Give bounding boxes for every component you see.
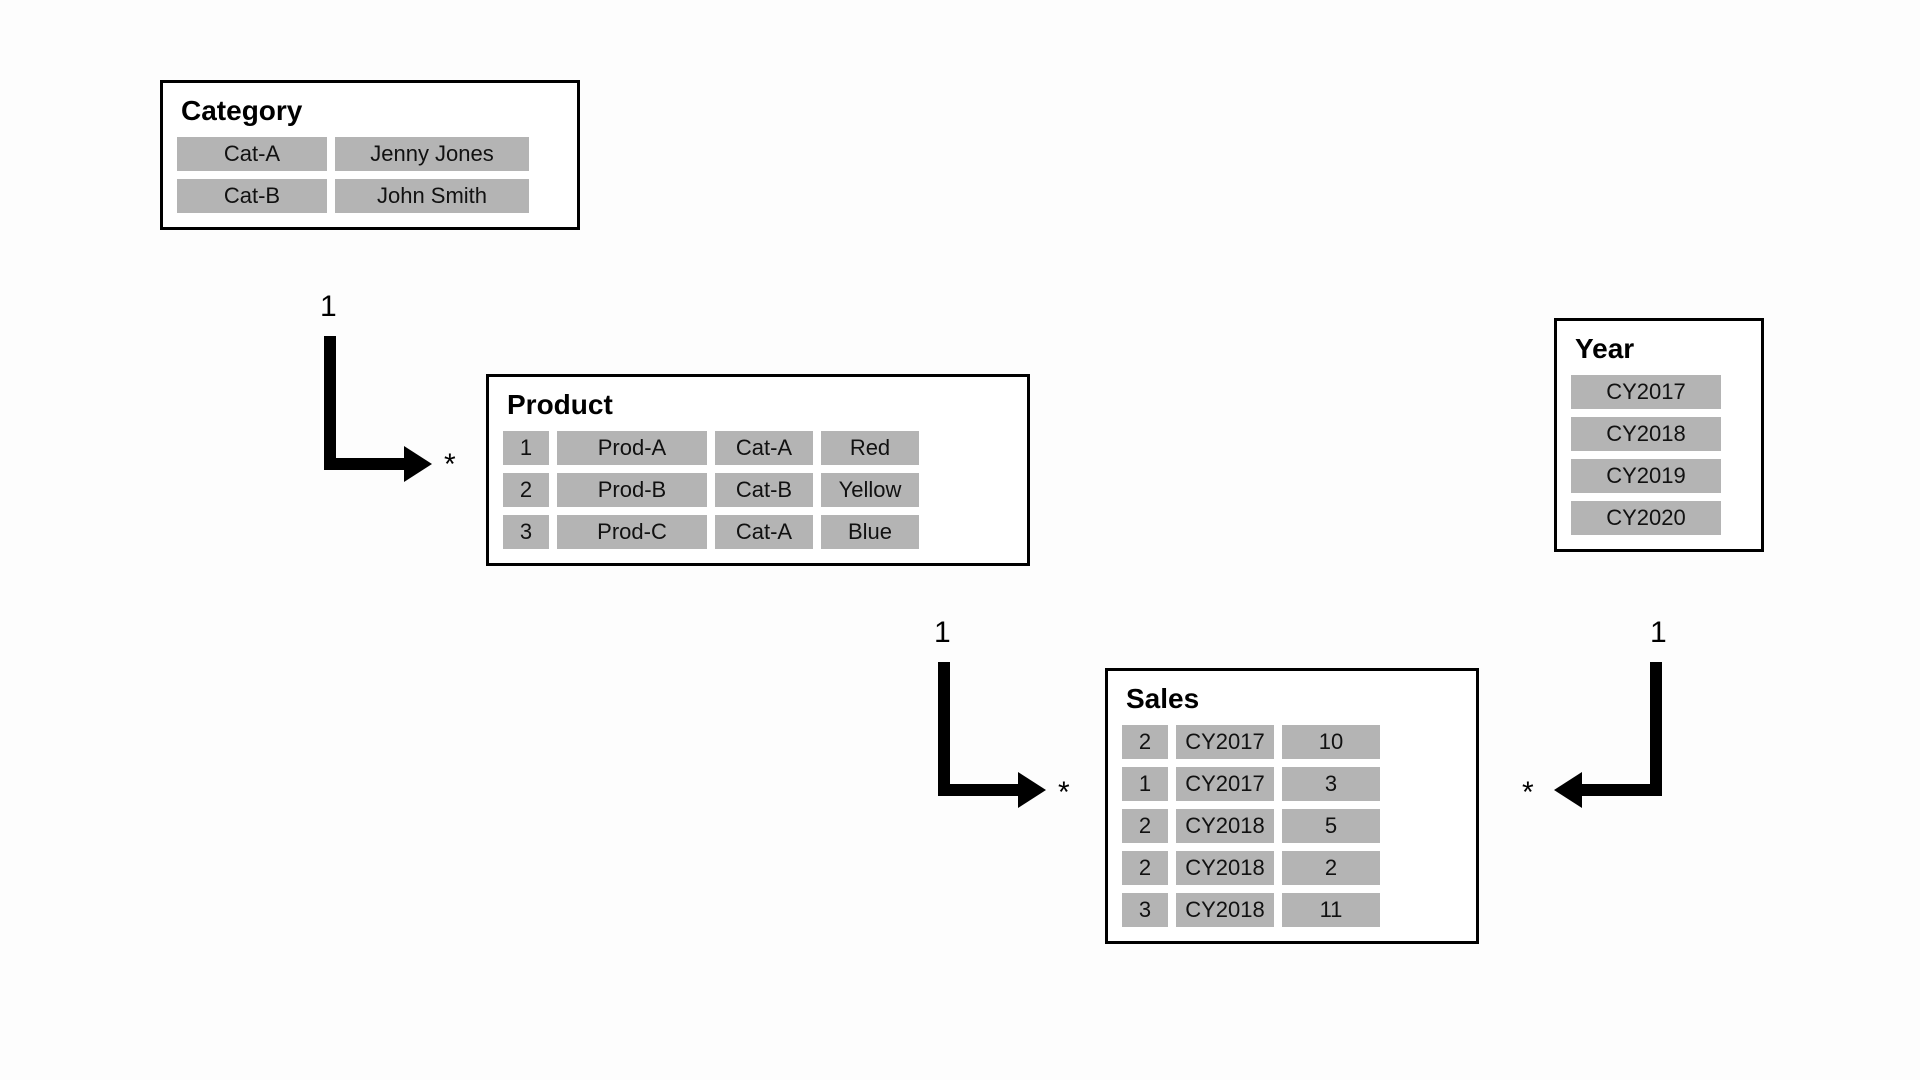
cell: Prod-C [557,515,707,549]
cell: Cat-A [177,137,327,171]
cell: CY2018 [1571,417,1721,451]
table-row: 2 CY2018 2 [1122,851,1462,885]
cell: CY2018 [1176,851,1274,885]
table-row: 3 Prod-C Cat-A Blue [503,515,1013,549]
cell: 5 [1282,809,1380,843]
cell: Cat-A [715,431,813,465]
table-row: 2 CY2017 10 [1122,725,1462,759]
cell: CY2017 [1176,767,1274,801]
table-row: 1 CY2017 3 [1122,767,1462,801]
cell: 3 [503,515,549,549]
entity-year: Year CY2017 CY2018 CY2019 CY2020 [1554,318,1764,552]
entity-category-title: Category [181,95,563,127]
table-row: 2 CY2018 5 [1122,809,1462,843]
cell: 1 [503,431,549,465]
cell: Red [821,431,919,465]
cell: Prod-B [557,473,707,507]
cell: 2 [503,473,549,507]
entity-product: Product 1 Prod-A Cat-A Red 2 Prod-B Cat-… [486,374,1030,566]
cell: 2 [1122,809,1168,843]
cell: 10 [1282,725,1380,759]
table-row: 2 Prod-B Cat-B Yellow [503,473,1013,507]
cardinality-label: * [444,448,456,482]
cell: 2 [1282,851,1380,885]
cell: CY2018 [1176,893,1274,927]
table-row: CY2018 [1571,417,1747,451]
cell: Yellow [821,473,919,507]
cell: CY2020 [1571,501,1721,535]
cell: 1 [1122,767,1168,801]
cell: Jenny Jones [335,137,529,171]
cardinality-label: 1 [320,290,337,324]
cell: CY2019 [1571,459,1721,493]
table-row: 3 CY2018 11 [1122,893,1462,927]
cell: John Smith [335,179,529,213]
table-row: Cat-A Jenny Jones [177,137,563,171]
cardinality-label: 1 [1650,616,1667,650]
cell: 3 [1282,767,1380,801]
cardinality-label: 1 [934,616,951,650]
cell: Blue [821,515,919,549]
cell: 11 [1282,893,1380,927]
cell: CY2017 [1571,375,1721,409]
entity-product-title: Product [507,389,1013,421]
cell: 2 [1122,851,1168,885]
entity-year-title: Year [1575,333,1747,365]
cardinality-label: * [1058,776,1070,810]
cell: Cat-A [715,515,813,549]
cell: 3 [1122,893,1168,927]
cell: Cat-B [177,179,327,213]
entity-category-rows: Cat-A Jenny Jones Cat-B John Smith [177,137,563,213]
entity-sales-title: Sales [1126,683,1462,715]
entity-sales-rows: 2 CY2017 10 1 CY2017 3 2 CY2018 5 2 CY20… [1122,725,1462,927]
entity-product-rows: 1 Prod-A Cat-A Red 2 Prod-B Cat-B Yellow… [503,431,1013,549]
entity-sales: Sales 2 CY2017 10 1 CY2017 3 2 CY2018 5 … [1105,668,1479,944]
cell: CY2018 [1176,809,1274,843]
table-row: Cat-B John Smith [177,179,563,213]
table-row: CY2019 [1571,459,1747,493]
table-row: CY2020 [1571,501,1747,535]
entity-category: Category Cat-A Jenny Jones Cat-B John Sm… [160,80,580,230]
entity-year-rows: CY2017 CY2018 CY2019 CY2020 [1571,375,1747,535]
cell: Prod-A [557,431,707,465]
cardinality-label: * [1522,776,1534,810]
cell: Cat-B [715,473,813,507]
cell: CY2017 [1176,725,1274,759]
table-row: CY2017 [1571,375,1747,409]
cell: 2 [1122,725,1168,759]
table-row: 1 Prod-A Cat-A Red [503,431,1013,465]
